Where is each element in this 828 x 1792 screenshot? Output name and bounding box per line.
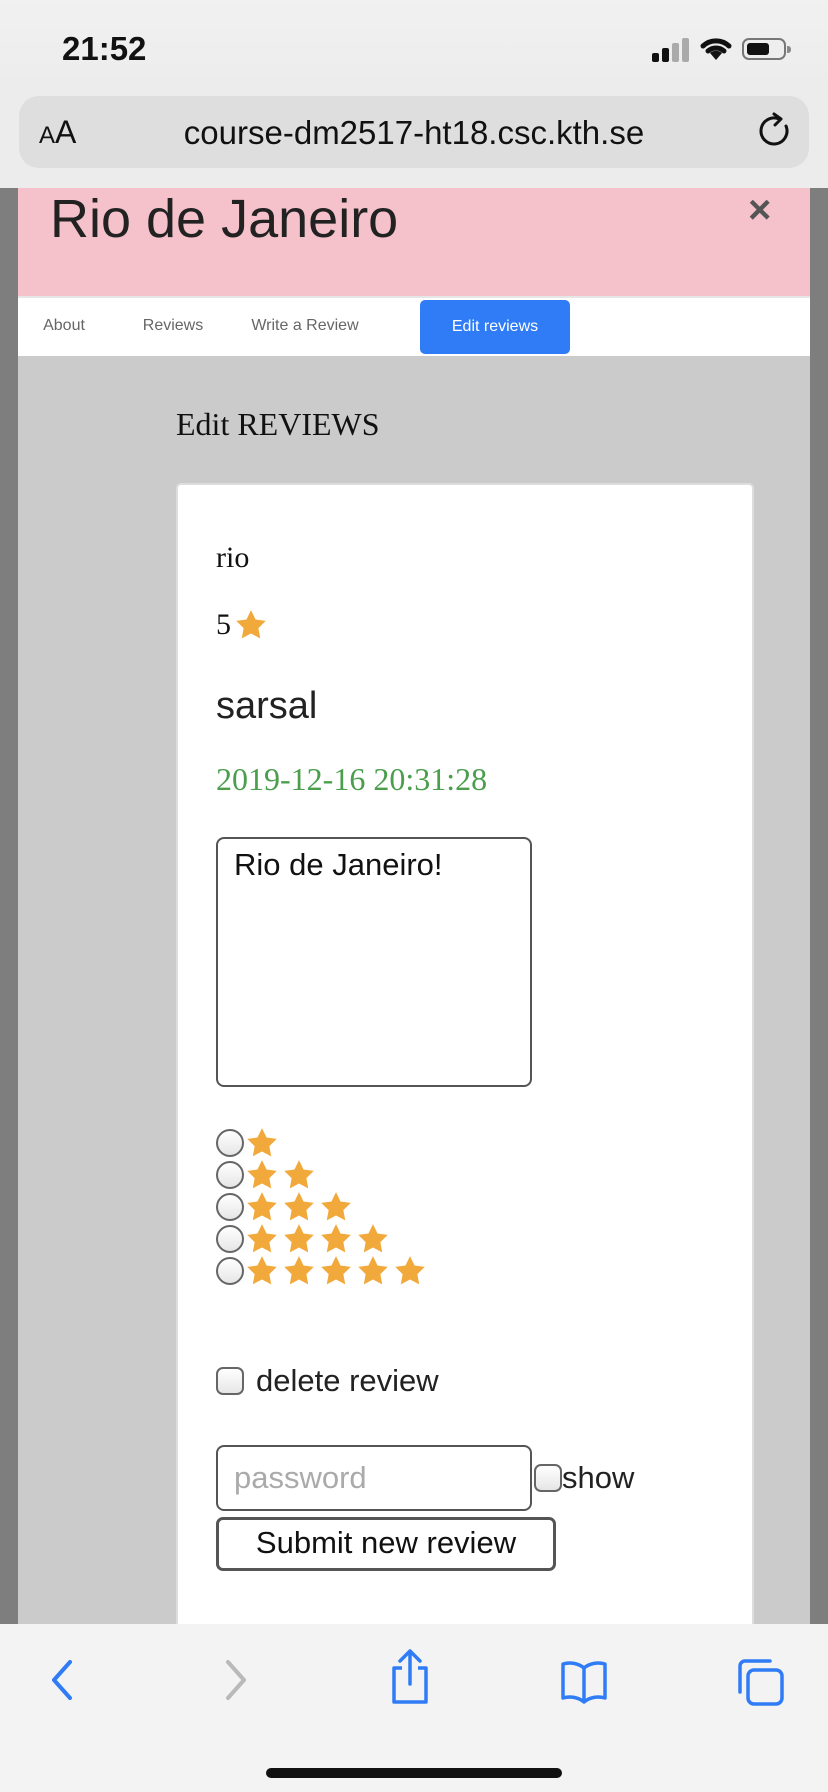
review-place: rio — [216, 541, 250, 574]
star-icon — [358, 1224, 388, 1253]
star-icon — [247, 1224, 277, 1253]
show-password-row[interactable]: show — [534, 1460, 634, 1496]
review-text-field[interactable] — [216, 837, 532, 1087]
bookmarks-icon[interactable] — [560, 1656, 608, 1704]
star-icon — [284, 1160, 314, 1189]
show-password-checkbox[interactable] — [534, 1464, 562, 1492]
close-icon[interactable]: × — [748, 188, 771, 233]
star-icon — [236, 610, 266, 639]
star-icon — [321, 1256, 351, 1285]
password-input[interactable] — [216, 1445, 532, 1511]
page: Rio de Janeiro × About Reviews Write a R… — [18, 188, 810, 1624]
star-icon — [321, 1192, 351, 1221]
rating-option-3[interactable] — [216, 1191, 429, 1223]
delete-review-row[interactable]: delete review — [216, 1363, 439, 1399]
forward-icon[interactable] — [218, 1656, 254, 1704]
rating-option-2[interactable] — [216, 1159, 429, 1191]
battery-icon — [742, 38, 791, 60]
delete-review-checkbox[interactable] — [216, 1367, 244, 1395]
rating-option-4[interactable] — [216, 1223, 429, 1255]
review-card: rio 5 sarsal 2019-12-16 20:31:28 Rio de … — [176, 483, 754, 1624]
rating-radio[interactable] — [216, 1161, 244, 1189]
review-date: 2019-12-16 20:31:28 — [216, 761, 488, 797]
rating-value: 5 — [216, 608, 231, 641]
back-icon[interactable] — [44, 1656, 80, 1704]
rating-radio[interactable] — [216, 1193, 244, 1221]
star-icon — [358, 1256, 388, 1285]
star-icon — [284, 1256, 314, 1285]
submit-review-button[interactable]: Submit new review — [216, 1517, 556, 1571]
status-bar: 21:52 — [0, 0, 828, 90]
signal-icon — [652, 36, 690, 62]
star-icon — [247, 1128, 277, 1157]
star-icon — [247, 1256, 277, 1285]
review-rating: 5 — [216, 608, 269, 642]
star-icon — [284, 1192, 314, 1221]
delete-review-label: delete review — [256, 1363, 439, 1398]
tab-about[interactable]: About — [32, 298, 96, 354]
web-viewport: Rio de Janeiro × About Reviews Write a R… — [0, 188, 828, 1624]
reload-icon[interactable] — [757, 112, 793, 150]
star-icon — [284, 1224, 314, 1253]
star-icon — [247, 1160, 277, 1189]
tab-write-review[interactable]: Write a Review — [240, 298, 370, 354]
star-rating-options — [216, 1127, 429, 1287]
browser-toolbar — [0, 1624, 828, 1792]
tab-reviews[interactable]: Reviews — [128, 298, 218, 354]
status-time: 21:52 — [62, 30, 147, 67]
star-icon — [395, 1256, 425, 1285]
page-title: Rio de Janeiro — [50, 189, 399, 249]
show-password-label: show — [562, 1460, 635, 1495]
tabs-icon[interactable] — [734, 1656, 786, 1708]
rating-option-5[interactable] — [216, 1255, 429, 1287]
tab-bar: About Reviews Write a Review Edit review… — [18, 296, 810, 356]
site-header: Rio de Janeiro × — [18, 188, 810, 296]
tab-edit-reviews[interactable]: Edit reviews — [420, 300, 570, 354]
share-icon[interactable] — [388, 1648, 432, 1706]
url-bar[interactable]: AA course-dm2517-ht18.csc.kth.se — [19, 96, 809, 168]
home-indicator — [266, 1768, 562, 1778]
star-icon — [321, 1224, 351, 1253]
rating-option-1[interactable] — [216, 1127, 429, 1159]
review-username: sarsal — [216, 685, 318, 727]
url-text[interactable]: course-dm2517-ht18.csc.kth.se — [19, 114, 809, 152]
rating-radio[interactable] — [216, 1225, 244, 1253]
section-title: Edit REVIEWS — [176, 406, 380, 442]
star-icon — [247, 1192, 277, 1221]
rating-radio[interactable] — [216, 1257, 244, 1285]
rating-radio[interactable] — [216, 1129, 244, 1157]
wifi-icon — [700, 38, 732, 60]
